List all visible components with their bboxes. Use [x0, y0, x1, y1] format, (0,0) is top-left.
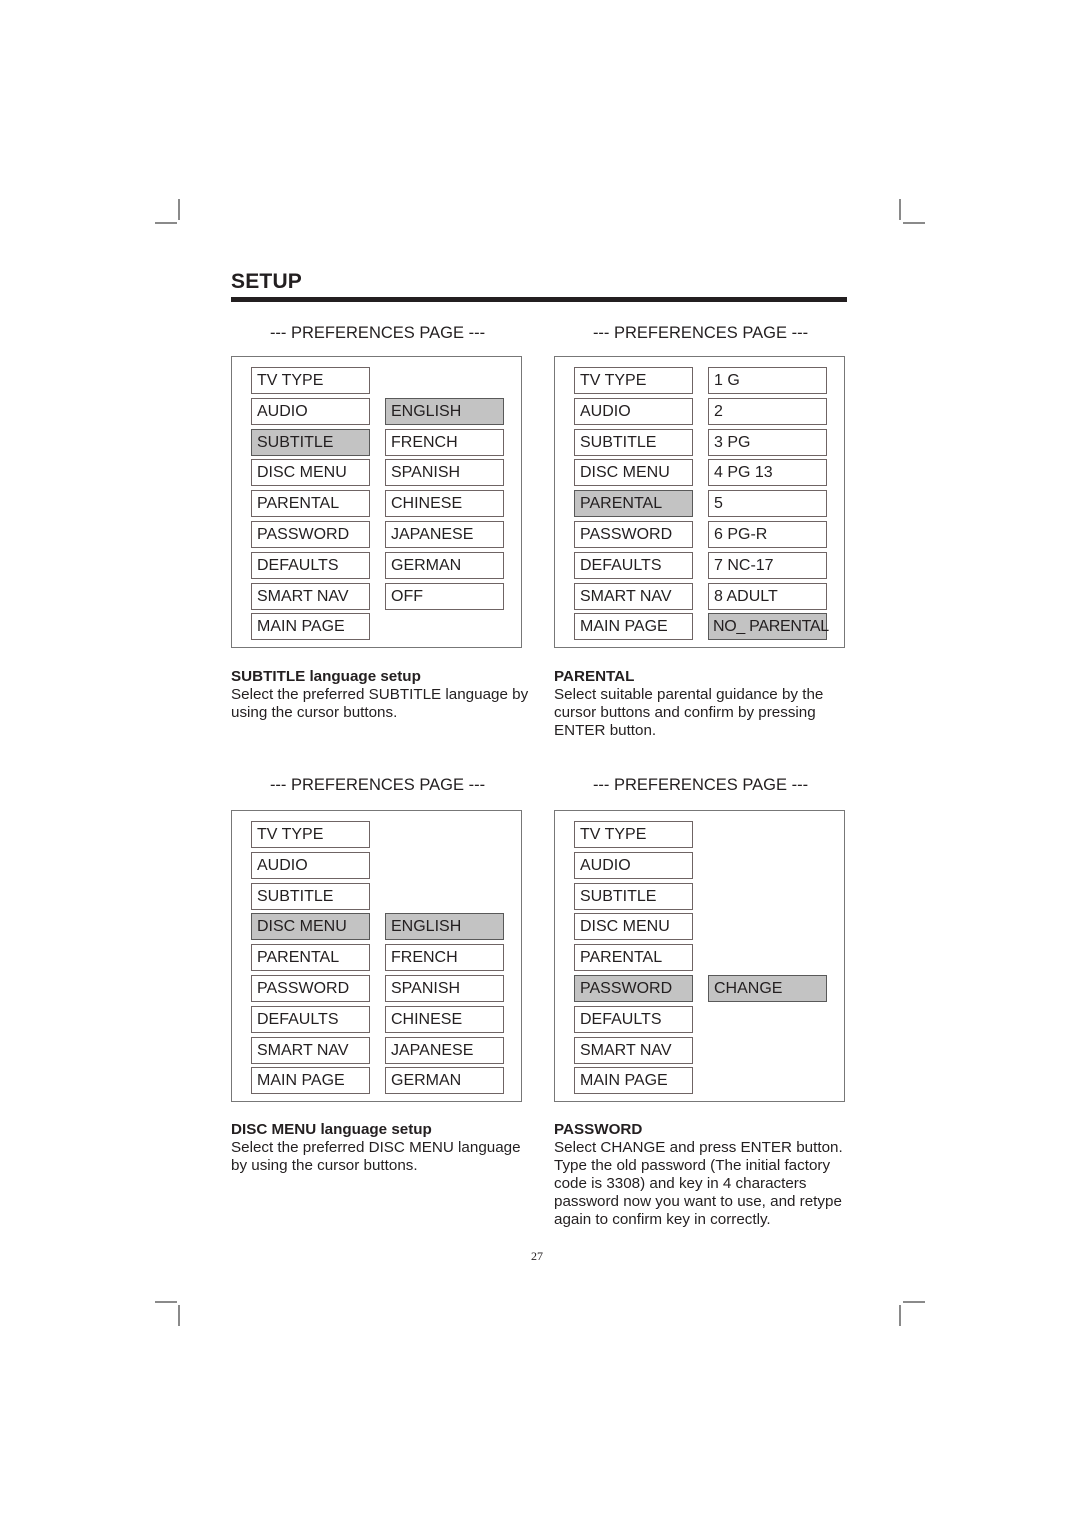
menu-item-parental[interactable]: PARENTAL: [251, 490, 370, 518]
option-item[interactable]: 2: [708, 397, 827, 425]
option-item[interactable]: ENGLISH: [385, 913, 504, 941]
option-item[interactable]: 6 PG-R: [708, 521, 827, 548]
option-item[interactable]: 1 G: [708, 367, 827, 394]
menu-item-smart-nav[interactable]: SMART NAV: [251, 1036, 370, 1064]
menu-item-subtitle[interactable]: SUBTITLE: [574, 882, 693, 910]
option-item[interactable]: CHANGE: [708, 975, 827, 1002]
menu-item-password[interactable]: PASSWORD: [574, 975, 693, 1002]
menu-item-disc-menu[interactable]: DISC MENU: [251, 459, 370, 487]
osd-menu-panel-subtitle: TV TYPE AUDIO SUBTITLE DISC MENU PARENTAL PAS…: [231, 356, 522, 648]
title-divider: [231, 297, 847, 302]
menu-item-defaults[interactable]: DEFAULTS: [251, 1005, 370, 1033]
description-password: PASSWORD Select CHANGE and press ENTER bu…: [554, 1121, 854, 1229]
description-title: SUBTITLE language setup: [231, 668, 421, 685]
menu-item-disc-menu[interactable]: DISC MENU: [574, 459, 693, 487]
description-title: DISC MENU language setup: [231, 1121, 432, 1138]
menu-item-defaults[interactable]: DEFAULTS: [251, 551, 370, 579]
menu-item-main-page[interactable]: MAIN PAGE: [251, 613, 370, 641]
option-item[interactable]: CHINESE: [385, 490, 504, 518]
menu-item-parental[interactable]: PARENTAL: [574, 490, 693, 518]
menu-item-defaults[interactable]: DEFAULTS: [574, 551, 693, 579]
option-item[interactable]: CHINESE: [385, 1005, 504, 1033]
option-item[interactable]: FRENCH: [385, 944, 504, 972]
option-item[interactable]: 4 PG 13: [708, 459, 827, 487]
option-item[interactable]: SPANISH: [385, 459, 504, 487]
preferences-page-heading: --- PREFERENCES PAGE ---: [592, 324, 809, 342]
menu-item-disc-menu[interactable]: DISC MENU: [251, 913, 370, 941]
menu-item-parental[interactable]: PARENTAL: [574, 944, 693, 972]
menu-item-subtitle[interactable]: SUBTITLE: [574, 428, 693, 456]
option-item[interactable]: OFF: [385, 582, 504, 610]
menu-item-main-page[interactable]: MAIN PAGE: [251, 1067, 370, 1095]
menu-item-tv-type[interactable]: TV TYPE: [574, 821, 693, 848]
menu-item-smart-nav[interactable]: SMART NAV: [574, 1036, 693, 1064]
option-item[interactable]: 8 ADULT: [708, 582, 827, 610]
osd-menu-panel-disc-menu: TV TYPE AUDIO SUBTITLE DISC MENU PARENTAL PAS…: [231, 810, 522, 1102]
crop-mark-bottom-left-vertical: [178, 1305, 180, 1326]
page-title: SETUP: [231, 270, 303, 293]
menu-item-audio[interactable]: AUDIO: [251, 397, 370, 425]
crop-mark-top-left-vertical: [178, 199, 180, 220]
preferences-page-heading: --- PREFERENCES PAGE ---: [269, 324, 486, 342]
description-body: Select the preferred SUBTITLE language b…: [231, 686, 529, 721]
menu-item-defaults[interactable]: DEFAULTS: [574, 1005, 693, 1033]
menu-item-smart-nav[interactable]: SMART NAV: [574, 582, 693, 610]
option-item[interactable]: 5: [708, 490, 827, 518]
menu-item-subtitle[interactable]: SUBTITLE: [251, 882, 370, 910]
menu-item-audio[interactable]: AUDIO: [251, 851, 370, 879]
option-item[interactable]: SPANISH: [385, 975, 504, 1002]
option-item[interactable]: 7 NC-17: [708, 551, 827, 579]
option-item[interactable]: 3 PG: [708, 428, 827, 456]
description-disc-menu: DISC MENU language setup Select the prefe…: [231, 1121, 531, 1175]
option-item[interactable]: ENGLISH: [385, 397, 504, 425]
page-number: 27: [531, 1249, 543, 1263]
menu-item-tv-type[interactable]: TV TYPE: [251, 367, 370, 394]
description-title: PARENTAL: [554, 668, 635, 685]
menu-item-audio[interactable]: AUDIO: [574, 397, 693, 425]
crop-mark-bottom-right-vertical: [899, 1305, 901, 1326]
preferences-page-heading: --- PREFERENCES PAGE ---: [592, 776, 809, 794]
crop-mark-top-right-horizontal: [903, 222, 925, 224]
option-item[interactable]: FRENCH: [385, 428, 504, 456]
menu-item-subtitle[interactable]: SUBTITLE: [251, 428, 370, 456]
option-item[interactable]: JAPANESE: [385, 521, 504, 548]
menu-item-disc-menu[interactable]: DISC MENU: [574, 913, 693, 941]
menu-item-main-page[interactable]: MAIN PAGE: [574, 613, 693, 641]
description-parental: PARENTAL Select suitable parental guidanc…: [554, 668, 854, 740]
crop-mark-top-right-vertical: [899, 199, 901, 220]
option-item[interactable]: NO_ PARENTAL: [708, 613, 829, 641]
description-body: Select the preferred DISC MENU language …: [231, 1139, 521, 1174]
option-item[interactable]: JAPANESE: [385, 1036, 504, 1064]
description-body: Select suitable parental guidance by the…: [554, 686, 824, 739]
menu-item-password[interactable]: PASSWORD: [251, 975, 370, 1002]
menu-item-parental[interactable]: PARENTAL: [251, 944, 370, 972]
preferences-page-heading: --- PREFERENCES PAGE ---: [269, 776, 486, 794]
crop-mark-bottom-left-horizontal: [155, 1301, 177, 1303]
menu-item-password[interactable]: PASSWORD: [251, 521, 370, 548]
osd-menu-panel-parental: TV TYPE AUDIO SUBTITLE DISC MENU PARENTAL PAS…: [554, 356, 845, 648]
menu-item-smart-nav[interactable]: SMART NAV: [251, 582, 370, 610]
crop-mark-top-left-horizontal: [155, 222, 177, 224]
menu-item-main-page[interactable]: MAIN PAGE: [574, 1067, 693, 1095]
option-item[interactable]: GERMAN: [385, 1067, 504, 1095]
description-body: Select CHANGE and press ENTER button. Ty…: [554, 1139, 843, 1228]
description-title: PASSWORD: [554, 1121, 643, 1138]
menu-item-tv-type[interactable]: TV TYPE: [251, 821, 370, 848]
crop-mark-bottom-right-horizontal: [903, 1301, 925, 1303]
osd-menu-panel-password: TV TYPE AUDIO SUBTITLE DISC MENU PARENTAL PAS…: [554, 810, 845, 1102]
option-item[interactable]: GERMAN: [385, 551, 504, 579]
menu-item-password[interactable]: PASSWORD: [574, 521, 693, 548]
description-subtitle: SUBTITLE language setup Select the prefer…: [231, 668, 531, 722]
menu-item-audio[interactable]: AUDIO: [574, 851, 693, 879]
menu-item-tv-type[interactable]: TV TYPE: [574, 367, 693, 394]
